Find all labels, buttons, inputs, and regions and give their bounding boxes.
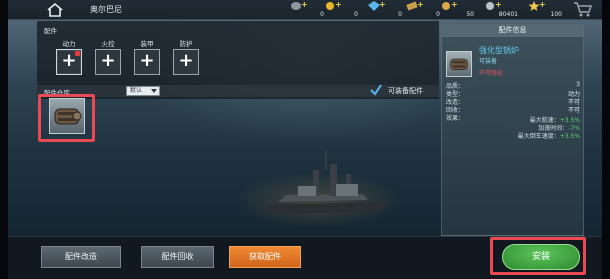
part-equip-status: 可装备 (479, 58, 498, 65)
plus-icon: + (178, 50, 194, 71)
plus-icon: + (100, 50, 116, 71)
recycle-part-button[interactable]: 配件回收 (141, 246, 214, 268)
slot-label-protection: 防护 (179, 40, 193, 48)
part-enhance-status: 不可强化 (479, 70, 504, 77)
resource-diamond[interactable]: + 0 (368, 0, 402, 20)
install-button[interactable]: 安装 (502, 244, 580, 270)
add-icon: + (539, 0, 546, 9)
stat-type: 类型： 动力 (446, 91, 580, 98)
resource-star[interactable]: + 100 (528, 0, 562, 20)
slot-fire-control-button[interactable]: + (95, 49, 121, 75)
add-icon: + (301, 0, 308, 9)
bonus-reverse-speed: 最大倒车速度：+3.5% (517, 133, 580, 140)
home-icon[interactable] (46, 2, 64, 18)
resource-medal[interactable]: + 50 (440, 0, 474, 20)
add-icon: + (451, 0, 458, 9)
add-icon: + (495, 0, 502, 9)
part-name: 强化型锅炉 (479, 46, 519, 55)
modify-part-button[interactable]: 配件改造 (41, 246, 121, 268)
chevron-down-icon (151, 89, 157, 93)
battleship-image (263, 150, 388, 214)
slot-label-fire-control: 火控 (101, 40, 115, 48)
bonus-acceleration: 加速时间：-7% (538, 125, 580, 132)
info-item-thumbnail (446, 51, 472, 77)
ship-name: 奥尔巴尼 (90, 5, 122, 14)
slot-power-button[interactable]: + (56, 49, 82, 75)
part-info-panel: 配件信息 强化型锅炉 可装备 不可强化 品质： 3 类型： 动力 改造： 不可 回收：… (441, 23, 584, 236)
add-icon: + (417, 0, 424, 9)
resource-ticket[interactable]: + 0 (406, 0, 440, 20)
boiler-icon (450, 58, 468, 70)
resource-silver[interactable]: + 80401 (484, 0, 518, 20)
add-icon: + (379, 0, 386, 9)
parts-section-label: 配件 (44, 27, 57, 35)
item-highlight-frame (38, 94, 95, 142)
filter-dropdown[interactable]: 默认 (126, 86, 160, 96)
acquire-part-button[interactable]: 获取配件 (229, 246, 301, 268)
top-bar: 奥尔巴尼 + 0 + 0 + 0 + 0 + 50 + 80401 + 100 (8, 0, 602, 20)
notification-badge (75, 51, 80, 56)
slot-label-armor: 装甲 (140, 40, 154, 48)
stat-recycle: 回收： 不可 (446, 107, 580, 114)
equippable-filter-label[interactable]: 可装备配件 (388, 86, 423, 96)
resource-gold[interactable]: + 0 (324, 0, 358, 20)
slot-armor-button[interactable]: + (134, 49, 160, 75)
plus-icon: + (139, 50, 155, 71)
bonus-max-speed: 最大航速：+3.5% (529, 117, 580, 124)
resource-oil[interactable]: + 0 (290, 0, 324, 20)
checkmark-icon[interactable] (370, 84, 382, 96)
add-icon: + (335, 0, 342, 9)
stat-quality: 品质： 3 (446, 81, 580, 90)
filter-value: 默认 (130, 87, 143, 94)
shopping-cart-icon[interactable] (573, 1, 593, 17)
stat-modify: 改造： 不可 (446, 99, 580, 106)
slot-protection-button[interactable]: + (173, 49, 199, 75)
slot-label-power: 动力 (62, 40, 76, 48)
info-header: 配件信息 (442, 24, 583, 37)
